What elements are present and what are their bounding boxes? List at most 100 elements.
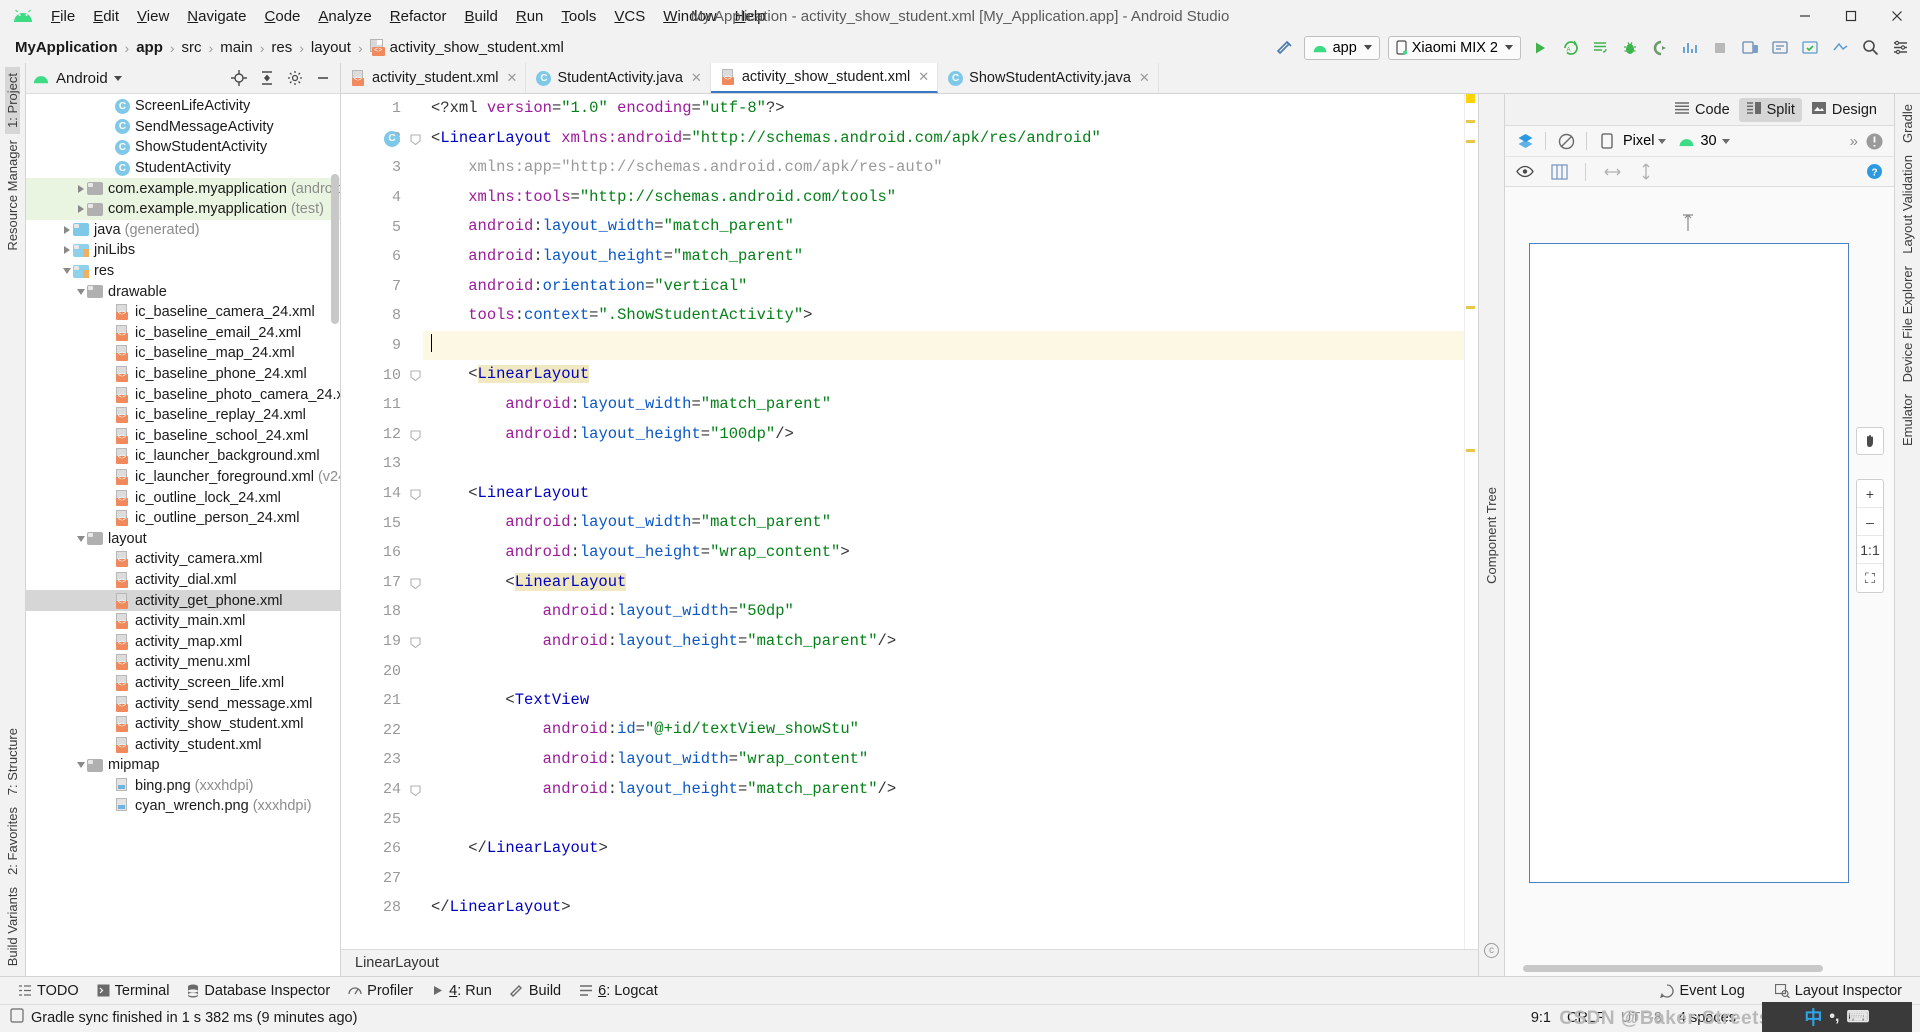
tree-row[interactable]: activity_screen_life.xml	[26, 673, 340, 694]
tool-window-logcat[interactable]: 6: Logcat	[571, 980, 666, 1002]
blueprint-columns-icon[interactable]	[1547, 160, 1571, 184]
menu-item-analyze[interactable]: Analyze	[309, 5, 380, 28]
code-line[interactable]: <LinearLayout	[423, 360, 1464, 390]
settings-icon[interactable]	[1886, 35, 1914, 61]
tree-row[interactable]: C StudentActivity	[26, 158, 340, 179]
code-line[interactable]: <?xml version="1.0" encoding="utf-8"?>	[423, 94, 1464, 124]
device-name-label[interactable]: Pixel	[1623, 133, 1654, 149]
avd-manager-icon[interactable]	[1736, 35, 1764, 61]
panel-settings-icon[interactable]	[284, 67, 306, 89]
hide-panel-icon[interactable]	[312, 67, 334, 89]
sync-gradle-icon[interactable]	[1796, 35, 1824, 61]
code-line[interactable]: xmlns:tools="http://schemas.android.com/…	[423, 183, 1464, 213]
profiler-icon[interactable]	[1676, 35, 1704, 61]
mode-button-split[interactable]: Split	[1738, 97, 1802, 122]
menu-item-window[interactable]: Window	[654, 5, 725, 28]
mode-button-code[interactable]: Code	[1667, 98, 1737, 122]
editor-breadcrumb[interactable]: LinearLayout	[341, 949, 1478, 976]
debug-icon[interactable]	[1616, 35, 1644, 61]
module-selector[interactable]: app	[1303, 35, 1380, 60]
code-line[interactable]	[423, 804, 1464, 834]
twisty-collapsed-icon[interactable]	[74, 182, 87, 195]
tree-row[interactable]: activity_send_message.xml	[26, 693, 340, 714]
device-preview-surface[interactable]	[1529, 243, 1849, 883]
canvas-horizontal-scrollbar[interactable]	[1523, 965, 1823, 972]
tree-row[interactable]: drawable	[26, 281, 340, 302]
close-tab-icon[interactable]: ✕	[1139, 70, 1150, 86]
indent-setting[interactable]: 4 spaces	[1678, 1010, 1736, 1026]
tool-window-layout-inspector[interactable]: Layout Inspector	[1767, 980, 1910, 1002]
code-line[interactable]: android:layout_width="match_parent"	[423, 212, 1464, 242]
right-rail-emulator[interactable]: Emulator	[1900, 388, 1915, 452]
menu-item-code[interactable]: Code	[256, 5, 310, 28]
twisty-expanded-icon[interactable]	[74, 759, 87, 772]
close-button[interactable]	[1874, 0, 1920, 32]
breadcrumb-item-layout[interactable]: layout	[308, 39, 354, 56]
code-line[interactable]: android:layout_height="wrap_content">	[423, 538, 1464, 568]
code-line[interactable]: android:layout_height="match_parent"	[423, 242, 1464, 272]
device-selector[interactable]: Xiaomi MIX 2	[1387, 35, 1521, 60]
warning-marker[interactable]	[1466, 449, 1475, 452]
breadcrumb-item-src[interactable]: src	[179, 39, 205, 56]
left-rail-build-variants[interactable]: Build Variants	[5, 881, 20, 972]
menu-item-file[interactable]: File	[42, 5, 84, 28]
code-fold-handle[interactable]	[410, 637, 421, 648]
error-stripe-bar[interactable]	[1464, 94, 1478, 949]
zoom-actual-size-button[interactable]: 1:1	[1857, 536, 1883, 564]
code-line[interactable]: android:layout_width="match_parent"	[423, 390, 1464, 420]
breadcrumb-item-res[interactable]: res	[268, 39, 295, 56]
vertical-guideline-icon[interactable]	[1634, 160, 1658, 184]
menu-item-run[interactable]: Run	[507, 5, 553, 28]
breadcrumb-item-main[interactable]: main	[217, 39, 256, 56]
tree-row[interactable]: mipmap	[26, 755, 340, 776]
twisty-expanded-icon[interactable]	[74, 532, 87, 545]
chevron-down-icon[interactable]	[1721, 138, 1730, 144]
tree-row[interactable]: activity_map.xml	[26, 631, 340, 652]
sdk-manager-icon[interactable]	[1766, 35, 1794, 61]
breadcrumb-item-app[interactable]: app	[133, 39, 166, 56]
inspection-status-marker[interactable]	[1466, 94, 1475, 103]
apply-changes-icon[interactable]: A	[1556, 35, 1584, 61]
file-encoding[interactable]: UTF-8	[1621, 1010, 1662, 1026]
component-tree-rail[interactable]: Component Tree c	[1478, 94, 1504, 976]
menu-item-vcs[interactable]: VCS	[605, 5, 654, 28]
build-hammer-icon[interactable]	[1271, 35, 1299, 61]
horizontal-guideline-icon[interactable]	[1600, 160, 1624, 184]
left-rail-project[interactable]: 1: Project	[5, 67, 20, 134]
design-canvas[interactable]: + –1:1 ⛶	[1505, 187, 1894, 976]
tree-row[interactable]: java (generated)	[26, 220, 340, 241]
menu-item-tools[interactable]: Tools	[552, 5, 605, 28]
twisty-collapsed-icon[interactable]	[60, 223, 73, 236]
right-rail-device-file-explorer[interactable]: Device File Explorer	[1900, 260, 1915, 388]
tree-row[interactable]: jniLibs	[26, 240, 340, 261]
tree-row[interactable]: res	[26, 261, 340, 282]
code-line[interactable]	[423, 863, 1464, 893]
tree-row[interactable]: ic_baseline_email_24.xml	[26, 323, 340, 344]
right-rail-layout-validation[interactable]: Layout Validation	[1900, 149, 1915, 260]
code-fold-handle[interactable]	[410, 578, 421, 589]
tree-row[interactable]: ic_baseline_replay_24.xml	[26, 405, 340, 426]
tree-row[interactable]: cyan_wrench.png (xxxhdpi)	[26, 796, 340, 817]
tree-row[interactable]: com.example.myapplication (test)	[26, 198, 340, 220]
right-rail-gradle[interactable]: Gradle	[1900, 98, 1915, 149]
tree-row[interactable]: activity_dial.xml	[26, 570, 340, 591]
left-rail-favorites[interactable]: 2: Favorites	[5, 801, 20, 881]
left-rail-structure[interactable]: 7: Structure	[5, 722, 20, 801]
tool-window-database-inspector[interactable]: Database Inspector	[179, 980, 338, 1002]
tree-row[interactable]: activity_camera.xml	[26, 549, 340, 570]
code-line[interactable]	[423, 656, 1464, 686]
code-line[interactable]: <LinearLayout	[423, 568, 1464, 598]
warning-marker[interactable]	[1466, 140, 1475, 143]
code-line[interactable]: android:layout_height="match_parent"/>	[423, 775, 1464, 805]
layout-inspector-icon[interactable]	[1826, 35, 1854, 61]
tree-row[interactable]: ic_baseline_photo_camera_24.xml	[26, 384, 340, 405]
code-text-area[interactable]: <?xml version="1.0" encoding="utf-8"?> <L…	[423, 94, 1464, 949]
warning-marker[interactable]	[1466, 306, 1475, 309]
help-icon[interactable]: ?	[1862, 160, 1886, 184]
code-fold-handle[interactable]	[410, 430, 421, 441]
tool-window-event-log[interactable]: Event Log	[1652, 980, 1752, 1002]
apply-code-changes-icon[interactable]	[1586, 35, 1614, 61]
code-line[interactable]: android:layout_width="wrap_content"	[423, 745, 1464, 775]
tree-row[interactable]: C ShowStudentActivity	[26, 137, 340, 158]
left-rail-resource-manager[interactable]: Resource Manager	[5, 134, 20, 257]
